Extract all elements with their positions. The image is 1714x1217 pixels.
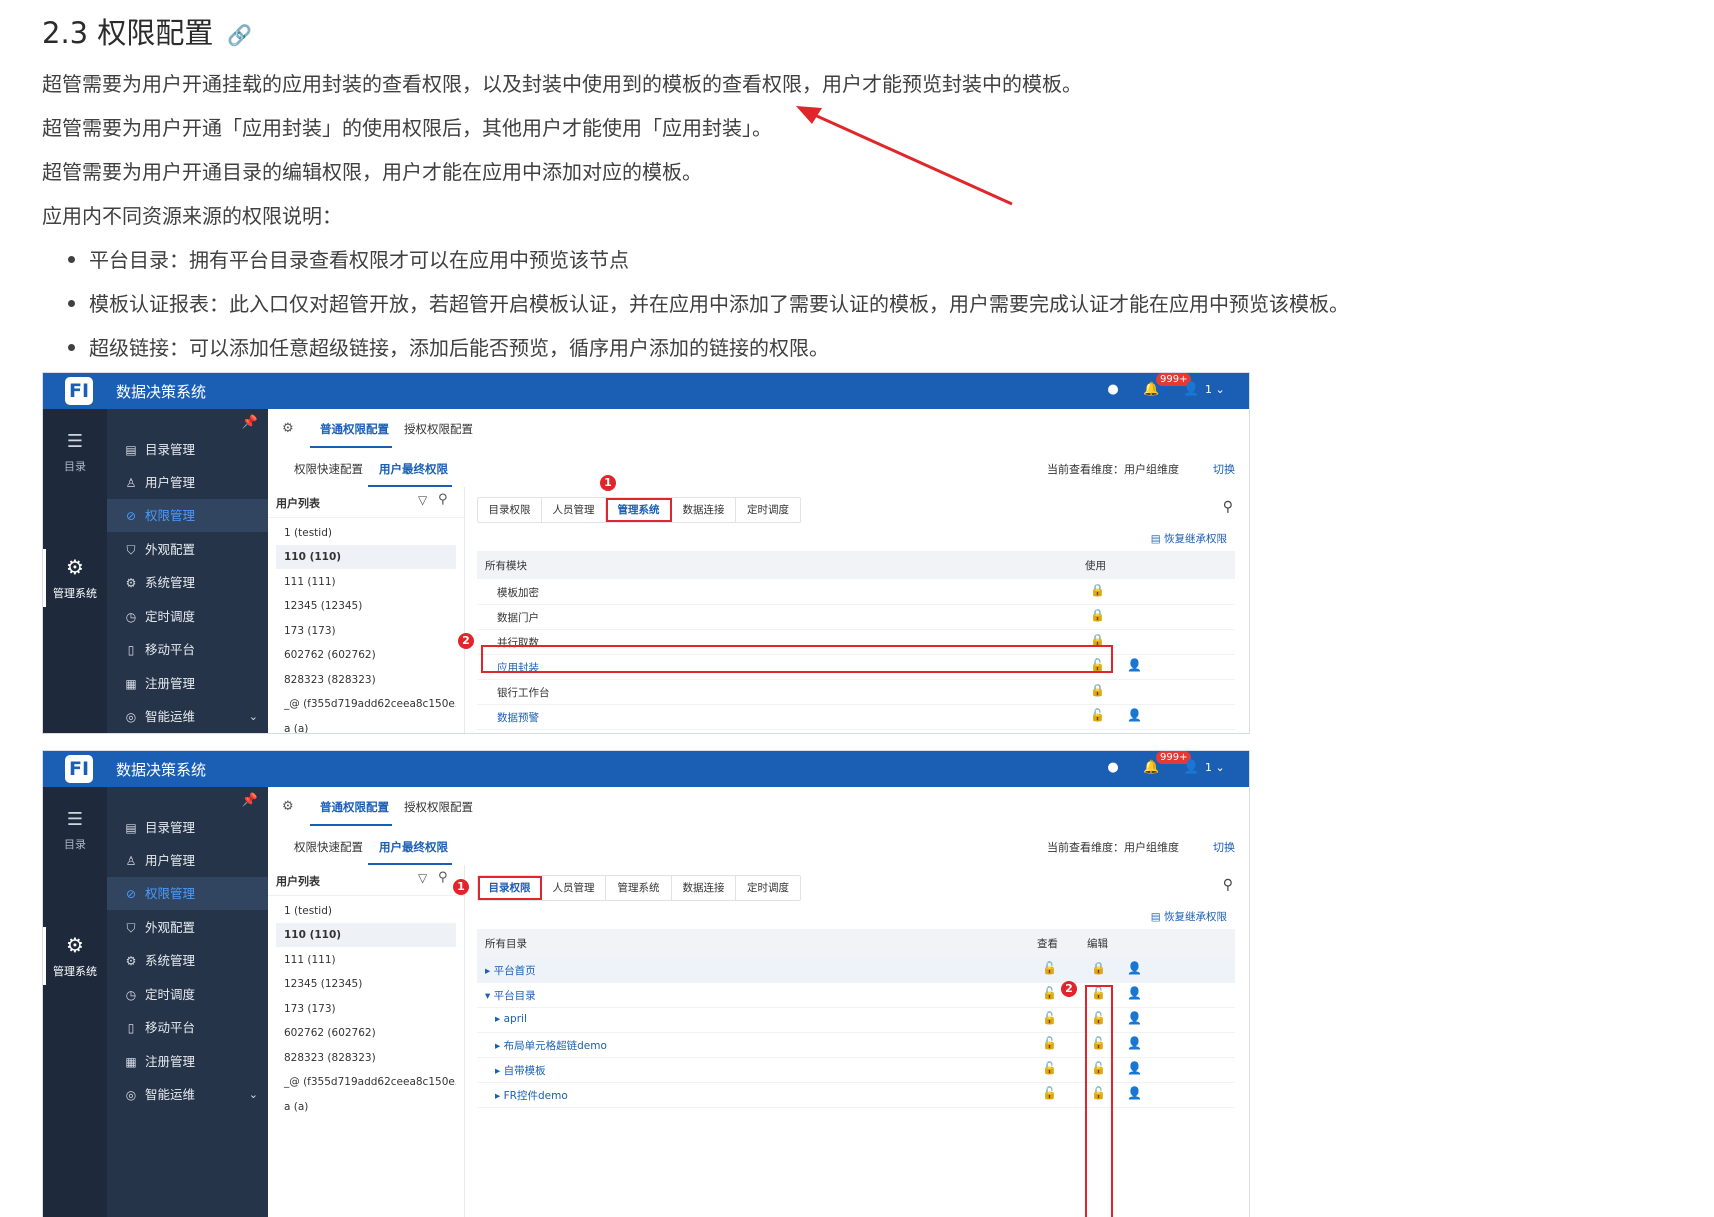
arrow-line [807,110,1013,206]
annotation-arrow [796,106,1013,206]
